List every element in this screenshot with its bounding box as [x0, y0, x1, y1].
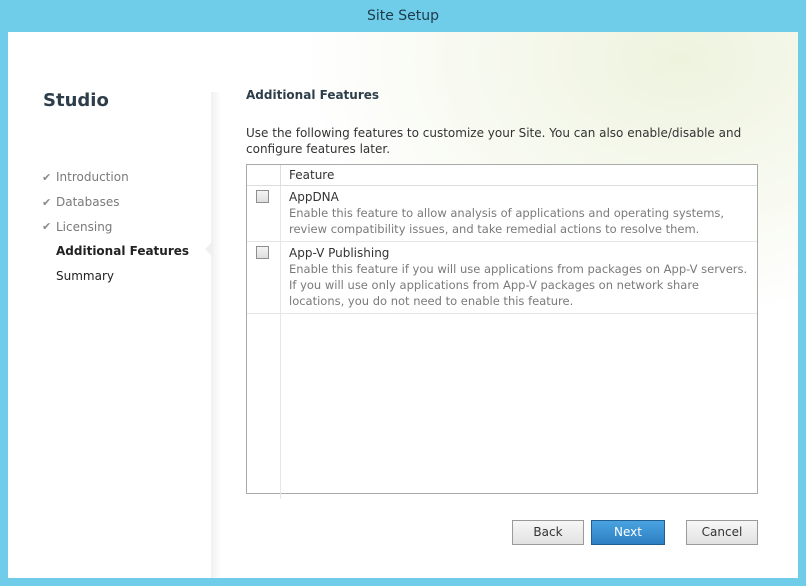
feature-description: Enable this feature to allow analysis of… [289, 206, 725, 236]
feature-name: AppDNA [289, 190, 339, 204]
wizard-steps: ✔ Introduction ✔ Databases ✔ Licensing A… [42, 165, 189, 288]
header-checkbox-column [247, 165, 281, 185]
window-title: Site Setup [366, 8, 440, 24]
step-summary: Summary [42, 264, 189, 289]
site-setup-window: Site Setup Studio ✔ Introduction ✔ Datab… [0, 0, 806, 586]
wizard-sidebar: Studio ✔ Introduction ✔ Databases ✔ Lice… [8, 32, 213, 578]
table-row-app-v-publishing[interactable]: App-V Publishing Enable this feature if … [247, 242, 757, 314]
page-title: Additional Features [246, 88, 380, 102]
step-label: Licensing [56, 219, 113, 234]
app-v-publishing-checkbox[interactable] [256, 246, 269, 259]
column-header-feature: Feature [289, 168, 335, 182]
step-label: Introduction [56, 170, 129, 185]
step-licensing: ✔ Licensing [42, 214, 189, 239]
table-row-appdna[interactable]: AppDNA Enable this feature to allow anal… [247, 186, 757, 242]
step-label: Summary [56, 269, 114, 284]
step-introduction: ✔ Introduction [42, 165, 189, 190]
step-additional-features: Additional Features [42, 239, 189, 264]
next-button[interactable]: Next [591, 520, 665, 545]
checkmark-icon: ✔ [42, 220, 52, 234]
features-table: Feature AppDNA Enable this feature to al… [246, 164, 758, 499]
step-label: Additional Features [56, 244, 190, 259]
sidebar-divider [211, 92, 221, 578]
feature-name: App-V Publishing [289, 246, 390, 260]
back-button[interactable]: Back [512, 520, 584, 545]
wizard-client-area: Studio ✔ Introduction ✔ Databases ✔ Lice… [8, 32, 798, 578]
checkmark-icon: ✔ [42, 195, 52, 209]
checkmark-icon: ✔ [42, 170, 52, 184]
appdna-checkbox[interactable] [256, 190, 269, 203]
table-empty-area [247, 314, 757, 499]
current-step-pointer-icon [205, 241, 213, 257]
step-label: Databases [56, 195, 120, 210]
cancel-button[interactable]: Cancel [686, 520, 758, 545]
page-description: Use the following features to customize … [246, 126, 742, 156]
step-databases: ✔ Databases [42, 190, 189, 215]
app-name: Studio [43, 90, 109, 111]
feature-description: Enable this feature if you will use appl… [289, 262, 748, 308]
table-header: Feature [247, 165, 757, 186]
